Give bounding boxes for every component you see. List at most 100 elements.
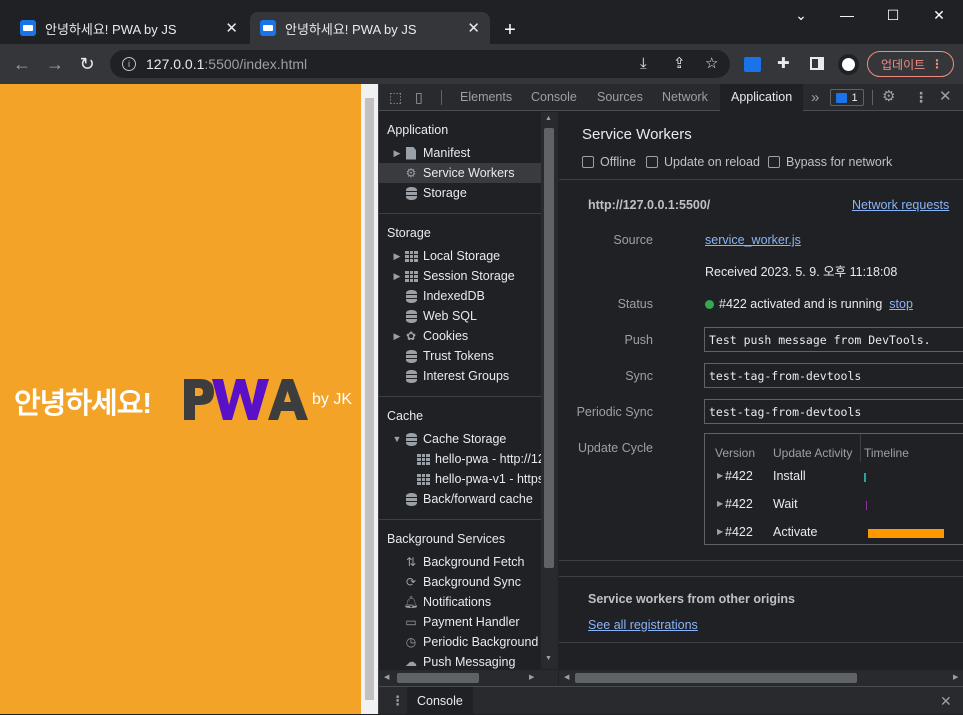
table-row[interactable]: ▶ #422 Activate: [705, 518, 963, 546]
sidebar-item-push-messaging[interactable]: ☁ Push Messaging: [379, 652, 541, 671]
row-version: #422: [725, 525, 753, 539]
pwa-favicon-icon: [260, 20, 276, 36]
address-bar[interactable]: i 127.0.0.1:5500/index.html: [110, 50, 730, 78]
scroll-right-icon[interactable]: ▶: [529, 673, 534, 681]
browser-tab[interactable]: 안녕하세요! PWA by JS ✕: [10, 12, 248, 44]
grid-icon: [416, 452, 430, 466]
row-activity: Activate: [773, 525, 818, 539]
maximize-button[interactable]: ☐: [870, 0, 916, 30]
sidebar-item-background-sync[interactable]: ⟳ Background Sync: [379, 572, 541, 592]
stop-link[interactable]: stop: [889, 297, 913, 311]
timeline-bar: [868, 529, 944, 538]
extensions-puzzle-icon[interactable]: ✚: [777, 56, 790, 72]
scroll-left-icon[interactable]: ◀: [564, 673, 569, 681]
bookmark-star-icon[interactable]: ☆: [705, 56, 718, 72]
sidebar-item-local-storage[interactable]: ▶ Local Storage: [379, 246, 541, 266]
sidebar-item-interest-groups[interactable]: Interest Groups: [379, 366, 541, 386]
sidebar-item-manifest[interactable]: ▶ Manifest: [379, 143, 541, 163]
sidebar-item-back-forward-cache[interactable]: Back/forward cache: [379, 489, 541, 509]
push-input[interactable]: Test push message from DevTools.: [704, 327, 963, 352]
sidebar-horizontal-scrollbar[interactable]: ◀ ▶: [379, 670, 558, 686]
sidebar-item-label: Local Storage: [423, 249, 501, 263]
bypass-for-network-checkbox[interactable]: Bypass for network: [768, 155, 892, 169]
scroll-right-icon[interactable]: ▶: [953, 673, 958, 681]
translate-extension-icon[interactable]: [744, 57, 761, 72]
sidebar-item-indexeddb[interactable]: IndexedDB: [379, 286, 541, 306]
periodic-sync-input[interactable]: test-tag-from-devtools: [704, 399, 963, 424]
kebab-menu-icon[interactable]: ⋮: [914, 90, 928, 104]
issues-icon: [836, 92, 848, 103]
table-row[interactable]: ▶ #422 Install: [705, 462, 963, 490]
sync-input[interactable]: test-tag-from-devtools: [704, 363, 963, 388]
table-row[interactable]: ▶ #422 Wait: [705, 490, 963, 518]
drawer-menu-icon[interactable]: ⋮: [391, 693, 404, 709]
sidebar-item-session-storage[interactable]: ▶ Session Storage: [379, 266, 541, 286]
side-panel-icon[interactable]: [810, 57, 824, 70]
update-cycle-label: Update Cycle: [577, 441, 653, 455]
close-drawer-icon[interactable]: ✕: [940, 693, 952, 710]
main-horizontal-scrollbar[interactable]: ◀ ▶: [559, 670, 963, 686]
column-header-update-activity: Update Activity: [773, 446, 853, 460]
tab-elements[interactable]: Elements: [460, 84, 512, 111]
sidebar-item-notifications[interactable]: 🔔︎ Notifications: [379, 592, 541, 612]
close-window-button[interactable]: ✕: [916, 0, 962, 30]
update-on-reload-checkbox[interactable]: Update on reload: [646, 155, 760, 169]
tab-console[interactable]: Console: [531, 84, 577, 111]
close-devtools-icon[interactable]: ✕: [939, 89, 952, 104]
sidebar-item-cookies[interactable]: ▶ ✿ Cookies: [379, 326, 541, 346]
info-icon[interactable]: i: [122, 57, 136, 71]
close-tab-icon[interactable]: ✕: [225, 19, 238, 37]
tab-application[interactable]: Application: [720, 84, 804, 111]
column-header-timeline: Timeline: [864, 446, 909, 460]
more-tabs-button[interactable]: »: [811, 84, 819, 111]
tab-search-button[interactable]: ⌄: [778, 0, 824, 30]
update-button[interactable]: 업데이트 ⋮: [867, 51, 954, 77]
install-app-icon[interactable]: ⤓: [640, 56, 647, 72]
sidebar-item-web-sql[interactable]: Web SQL: [379, 306, 541, 326]
sidebar-item-periodic-background-sync[interactable]: ◷ Periodic Background S: [379, 632, 541, 652]
grid-icon: [416, 472, 430, 486]
sidebar-item-service-workers[interactable]: ⚙ Service Workers: [379, 163, 541, 183]
minimize-button[interactable]: —: [824, 0, 870, 30]
network-requests-link[interactable]: Network requests: [852, 198, 949, 212]
close-tab-icon[interactable]: ✕: [467, 19, 480, 37]
page-scrollbar[interactable]: [361, 84, 378, 714]
see-all-registrations-link[interactable]: See all registrations: [588, 618, 698, 632]
sidebar-item-background-fetch[interactable]: ⇅ Background Fetch: [379, 552, 541, 572]
sidebar-item-storage[interactable]: Storage: [379, 183, 541, 203]
database-icon: [404, 309, 418, 323]
settings-gear-icon[interactable]: ⚙: [882, 89, 895, 104]
tab-network[interactable]: Network: [662, 84, 708, 111]
inspect-element-icon[interactable]: ⬚: [389, 90, 402, 104]
new-tab-button[interactable]: +: [496, 16, 524, 44]
forward-arrow-icon[interactable]: →: [43, 54, 67, 74]
source-file-link[interactable]: service_worker.js: [705, 233, 801, 247]
reload-icon[interactable]: ↻: [75, 54, 99, 74]
scroll-up-icon[interactable]: ▲: [545, 115, 552, 122]
expand-arrow-icon: ▶: [717, 499, 724, 508]
sidebar-scrollbar[interactable]: ▲ ▼: [541, 112, 558, 669]
drawer-tab-console[interactable]: Console: [407, 687, 473, 715]
browser-toolbar: ← → ↻ i 127.0.0.1:5500/index.html ⤓ ⇪ ☆ …: [0, 44, 963, 84]
back-arrow-icon[interactable]: ←: [10, 54, 34, 74]
sidebar-item-label: hello-pwa-v1 - https:: [435, 472, 541, 486]
offline-checkbox[interactable]: Offline: [582, 155, 636, 169]
browser-tab-active[interactable]: 안녕하세요! PWA by JS ✕: [250, 12, 490, 44]
sidebar-item-trust-tokens[interactable]: Trust Tokens: [379, 346, 541, 366]
sidebar-item-cache-storage[interactable]: ▼ Cache Storage: [379, 429, 541, 449]
database-icon: [404, 432, 418, 446]
tab-sources[interactable]: Sources: [597, 84, 643, 111]
device-toolbar-icon[interactable]: ▯: [415, 90, 423, 104]
issues-count: 1: [851, 91, 858, 104]
scroll-left-icon[interactable]: ◀: [384, 673, 389, 681]
issues-badge[interactable]: 1: [830, 89, 864, 106]
sidebar-item-payment-handler[interactable]: ▭ Payment Handler: [379, 612, 541, 632]
gear-icon: ⚙: [405, 166, 417, 180]
sidebar-item-cache-hello-pwa-v1[interactable]: hello-pwa-v1 - https:: [379, 469, 541, 489]
scroll-down-icon[interactable]: ▼: [545, 655, 552, 662]
section-background-services: Background Services: [387, 532, 506, 546]
profile-avatar[interactable]: [838, 54, 859, 75]
push-label: Push: [624, 333, 654, 347]
sidebar-item-cache-hello-pwa[interactable]: hello-pwa - http://12: [379, 449, 541, 469]
share-icon[interactable]: ⇪: [673, 56, 686, 72]
